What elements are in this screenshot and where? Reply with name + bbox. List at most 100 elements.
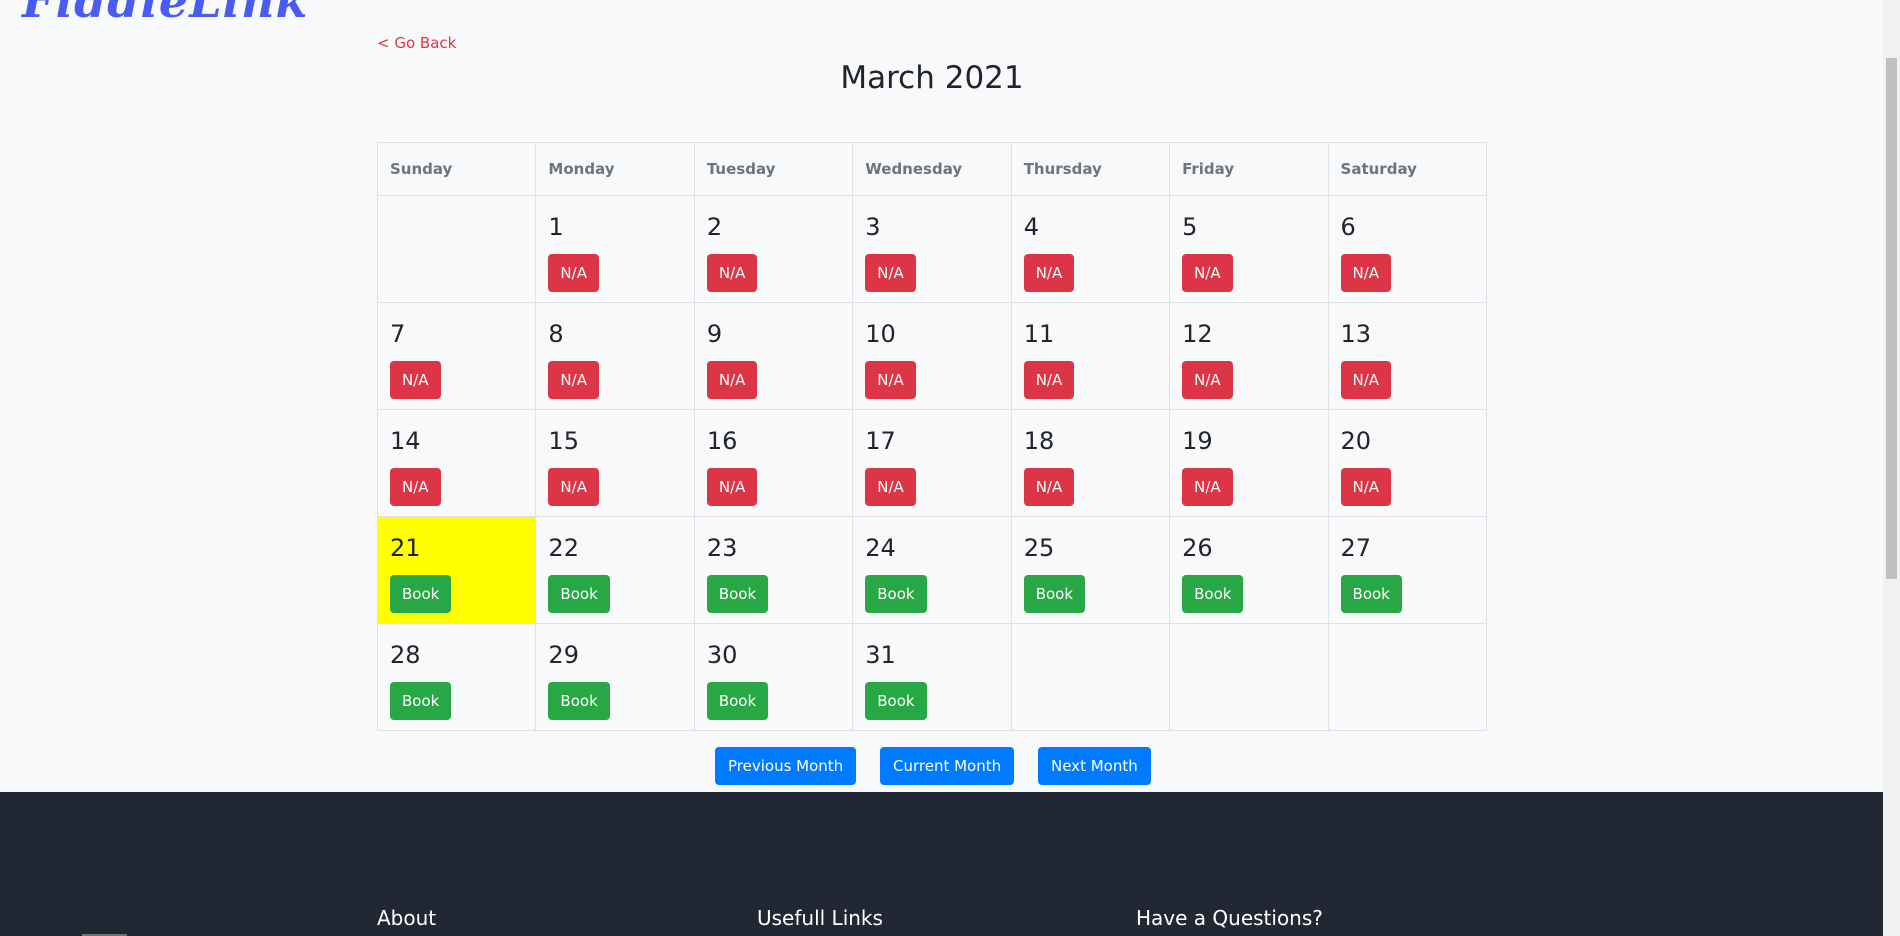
day-number: 25: [1023, 534, 1055, 562]
unavailable-button[interactable]: N/A: [390, 361, 441, 399]
calendar-day-cell: 20 N/A: [1327, 409, 1488, 517]
calendar-day-cell: 16 N/A: [693, 409, 854, 517]
unavailable-button[interactable]: N/A: [548, 361, 599, 399]
go-back-link[interactable]: < Go Back: [377, 34, 456, 52]
calendar-week-row: 1 N/A 2 N/A 3 N/A 4 N/A 5 N/A 6 N/A: [376, 195, 1488, 303]
day-number: 26: [1182, 534, 1213, 562]
book-button[interactable]: Book: [1182, 575, 1244, 613]
calendar-day-cell: 14 N/A: [376, 409, 537, 517]
calendar-day-cell: 24 Book: [852, 516, 1012, 624]
footer-questions-heading: Have a Questions?: [1136, 906, 1323, 930]
book-button[interactable]: Book: [1340, 575, 1402, 613]
unavailable-button[interactable]: N/A: [865, 254, 916, 292]
weekday-header: Monday: [535, 142, 695, 196]
unavailable-button[interactable]: N/A: [548, 468, 599, 506]
weekday-header: Thursday: [1010, 142, 1171, 196]
calendar-day-cell: 3 N/A: [852, 195, 1012, 303]
calendar-day-cell: 30 Book: [693, 623, 854, 731]
day-number: 4: [1023, 213, 1039, 241]
unavailable-button[interactable]: N/A: [1340, 468, 1392, 506]
day-number: 23: [706, 534, 738, 562]
weekday-header: Friday: [1169, 142, 1329, 196]
previous-month-button[interactable]: Previous Month: [715, 747, 857, 785]
day-number: 31: [865, 641, 896, 669]
book-button[interactable]: Book: [548, 682, 610, 720]
unavailable-button[interactable]: N/A: [548, 254, 599, 292]
unavailable-button[interactable]: N/A: [1182, 254, 1233, 292]
day-number: 11: [1023, 320, 1055, 348]
calendar-day-cell: 29 Book: [535, 623, 695, 731]
book-button[interactable]: Book: [1023, 575, 1086, 613]
day-number: 29: [548, 641, 579, 669]
footer: About Usefull Links Have a Questions?: [0, 792, 1883, 936]
calendar-day-cell: 5 N/A: [1169, 195, 1329, 303]
scrollbar-thumb[interactable]: [1886, 58, 1897, 579]
day-number: 20: [1340, 427, 1372, 455]
month-title: March 2021: [840, 60, 1024, 96]
weekday-header: Wednesday: [852, 142, 1012, 196]
calendar-empty-cell: [376, 195, 537, 303]
weekday-header: Sunday: [376, 142, 537, 196]
day-number: 21: [390, 534, 421, 562]
calendar-day-cell: 23 Book: [693, 516, 854, 624]
unavailable-button[interactable]: N/A: [865, 361, 916, 399]
day-number: 7: [390, 320, 406, 348]
calendar-day-cell: 15 N/A: [535, 409, 695, 517]
unavailable-button[interactable]: N/A: [1023, 361, 1075, 399]
unavailable-button[interactable]: N/A: [1023, 468, 1075, 506]
unavailable-button[interactable]: N/A: [1023, 254, 1075, 292]
calendar-day-cell: 6 N/A: [1327, 195, 1488, 303]
calendar-day-cell: 27 Book: [1327, 516, 1488, 624]
day-number: 8: [548, 320, 564, 348]
day-number: 17: [865, 427, 896, 455]
day-number: 19: [1182, 427, 1213, 455]
unavailable-button[interactable]: N/A: [706, 254, 758, 292]
calendar-day-cell: 26 Book: [1169, 516, 1329, 624]
day-number: 10: [865, 320, 896, 348]
day-number: 1: [548, 213, 564, 241]
brand-logo[interactable]: FiddleLink: [22, 0, 308, 28]
unavailable-button[interactable]: N/A: [1340, 361, 1392, 399]
unavailable-button[interactable]: N/A: [865, 468, 916, 506]
calendar-day-cell: 9 N/A: [693, 302, 854, 410]
current-month-button[interactable]: Current Month: [880, 747, 1015, 785]
day-number: 9: [706, 320, 723, 348]
unavailable-button[interactable]: N/A: [1340, 254, 1392, 292]
unavailable-button[interactable]: N/A: [706, 468, 758, 506]
book-button[interactable]: Book: [548, 575, 610, 613]
calendar-day-cell: 31 Book: [852, 623, 1012, 731]
book-button[interactable]: Book: [390, 575, 452, 613]
unavailable-button[interactable]: N/A: [1182, 361, 1233, 399]
calendar-day-cell: 22 Book: [535, 516, 695, 624]
day-number: 14: [390, 427, 421, 455]
calendar-empty-cell: [1327, 623, 1488, 731]
calendar-day-cell: 17 N/A: [852, 409, 1012, 517]
calendar-day-cell: 2 N/A: [693, 195, 854, 303]
calendar-day-cell: 10 N/A: [852, 302, 1012, 410]
calendar-day-cell: 11 N/A: [1010, 302, 1171, 410]
book-button[interactable]: Book: [706, 682, 769, 720]
calendar-day-cell: 8 N/A: [535, 302, 695, 410]
next-month-button[interactable]: Next Month: [1038, 747, 1151, 785]
calendar-day-cell: 12 N/A: [1169, 302, 1329, 410]
book-button[interactable]: Book: [865, 575, 927, 613]
unavailable-button[interactable]: N/A: [706, 361, 758, 399]
calendar-day-cell: 1 N/A: [535, 195, 695, 303]
book-button[interactable]: Book: [865, 682, 927, 720]
calendar-week-row: 21 Book 22 Book 23 Book 24 Book 25 Book 26 Book 27 Bo…: [376, 516, 1488, 624]
unavailable-button[interactable]: N/A: [390, 468, 441, 506]
calendar-empty-cell: [1010, 623, 1171, 731]
unavailable-button[interactable]: N/A: [1182, 468, 1233, 506]
day-number: 28: [390, 641, 421, 669]
footer-links-heading: Usefull Links: [757, 906, 883, 930]
day-number: 16: [706, 427, 738, 455]
calendar-day-cell: 7 N/A: [376, 302, 537, 410]
book-button[interactable]: Book: [706, 575, 769, 613]
day-number: 6: [1340, 213, 1356, 241]
weekday-header-row: Sunday Monday Tuesday Wednesday Thursday…: [376, 142, 1488, 196]
calendar-body: 1 N/A 2 N/A 3 N/A 4 N/A 5 N/A 6 N/A 7 N/A 8 N/A 9 N/A 10 N/…: [376, 195, 1488, 731]
calendar-day-cell: 25 Book: [1010, 516, 1171, 624]
day-number: 3: [865, 213, 881, 241]
book-button[interactable]: Book: [390, 682, 452, 720]
calendar-week-row: 28 Book 29 Book 30 Book 31 Book: [376, 623, 1488, 731]
